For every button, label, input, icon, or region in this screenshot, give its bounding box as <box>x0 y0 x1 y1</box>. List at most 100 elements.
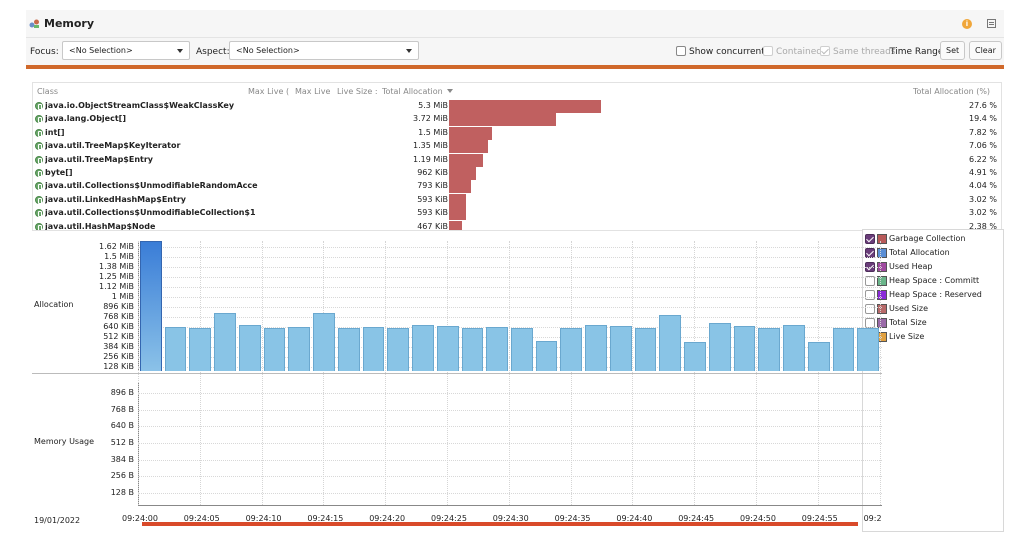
allocation-bar[interactable] <box>807 342 830 371</box>
grid-line <box>138 297 882 298</box>
row-total-allocation: 1.5 MiB <box>418 127 448 137</box>
table-row[interactable]: java.util.Collections$UnmodifiableCollec… <box>33 207 1001 221</box>
allocation-table: Class Max Live ( Max Live Live Size : To… <box>32 82 1002 231</box>
col-total-allocation[interactable]: Total Allocation <box>382 87 453 96</box>
allocation-bar[interactable] <box>362 326 385 371</box>
col-class[interactable]: Class <box>37 87 58 96</box>
allocation-bar[interactable] <box>412 325 434 371</box>
allocation-bar[interactable] <box>214 312 236 371</box>
class-icon <box>35 102 43 110</box>
grid-line <box>817 241 819 505</box>
table-row[interactable]: int[] 1.5 MiB 7.82 % <box>33 126 1001 140</box>
allocation-bar[interactable] <box>511 328 533 371</box>
class-icon <box>35 142 43 151</box>
allocation-bar[interactable] <box>337 328 360 371</box>
allocation-bar[interactable] <box>313 312 335 371</box>
view-menu-icon[interactable] <box>987 19 996 28</box>
col-max-live-count[interactable]: Max Live ( <box>248 87 289 96</box>
table-row[interactable]: java.util.LinkedHashMap$Entry 593 KiB 3.02… <box>33 193 1001 207</box>
y-tick-label: 1 MiB <box>111 292 134 301</box>
row-total-allocation: 1.19 MiB <box>413 154 448 164</box>
allocation-bar[interactable] <box>733 326 756 371</box>
legend-item[interactable]: Heap Space : Committ <box>865 275 1003 288</box>
grid-line <box>138 476 882 478</box>
allocation-bar[interactable] <box>288 326 311 371</box>
allocation-bar[interactable] <box>486 326 508 371</box>
allocation-bar[interactable] <box>783 324 805 371</box>
legend-label: Heap Space : Reserved <box>889 290 982 299</box>
chevron-down-icon <box>177 49 183 53</box>
table-row[interactable]: byte[] 962 KiB 4.91 % <box>33 167 1001 180</box>
col-max-live-size[interactable]: Max Live <box>295 87 330 96</box>
legend-label: Total Allocation <box>889 248 950 257</box>
grid-line <box>879 241 881 505</box>
class-icon <box>35 209 43 218</box>
allocation-bar[interactable] <box>758 328 781 371</box>
row-class-name: int[] <box>45 127 65 137</box>
legend-item[interactable]: Garbage Collection <box>865 233 1003 246</box>
time-range-bar[interactable] <box>142 522 858 526</box>
table-row[interactable]: java.io.ObjectStreamClass$WeakClassKey 5.… <box>33 100 1001 113</box>
col-live-size[interactable]: Live Size : <box>337 87 378 96</box>
y-tick-label: 512 KiB <box>103 332 134 341</box>
y-tick-label: 512 B <box>110 438 134 447</box>
memory-icon <box>29 19 39 28</box>
legend-item[interactable]: Total Size <box>865 317 1003 330</box>
grid-line <box>138 307 882 308</box>
row-allocation-bar <box>449 220 463 230</box>
allocation-bar[interactable] <box>609 326 632 371</box>
allocation-bar[interactable] <box>436 326 459 371</box>
row-class-name: java.io.ObjectStreamClass$WeakClassKey <box>45 101 235 110</box>
legend-item[interactable]: Used Size <box>865 303 1003 316</box>
table-row[interactable]: java.util.TreeMap$Entry 1.19 MiB 6.22 % <box>33 153 1001 167</box>
allocation-bar[interactable] <box>263 328 286 371</box>
grid-line <box>138 317 882 318</box>
allocation-bar[interactable] <box>708 323 731 371</box>
focus-label: Focus: <box>30 47 59 57</box>
allocation-bar[interactable] <box>634 328 657 371</box>
table-row[interactable]: java.util.TreeMap$KeyIterator 1.35 MiB 7.0… <box>33 140 1001 154</box>
table-row[interactable]: java.util.Collections$UnmodifiableRandom… <box>33 180 1001 194</box>
y-tick-label: 896 KiB <box>103 302 134 311</box>
grid-line <box>138 257 882 258</box>
info-icon[interactable]: i <box>962 19 972 29</box>
allocation-bar[interactable] <box>857 328 879 371</box>
allocation-bar[interactable] <box>387 328 410 371</box>
allocation-bar[interactable] <box>164 326 187 371</box>
legend-item[interactable]: Total Allocation <box>865 247 1003 260</box>
aspect-dropdown[interactable]: <No Selection> <box>229 41 419 60</box>
table-row[interactable]: java.util.HashMap$Node 467 KiB 2.38 % <box>33 220 1001 230</box>
class-icon <box>35 195 43 204</box>
allocation-bar[interactable] <box>535 340 558 371</box>
allocation-bar[interactable] <box>585 324 607 371</box>
table-row[interactable]: java.lang.Object[] 3.72 MiB 19.4 % <box>33 113 1001 127</box>
col-total-allocation-pct[interactable]: Total Allocation (%) <box>913 87 990 96</box>
grid-line <box>138 247 882 248</box>
show-concurrent-checkbox[interactable] <box>676 46 686 56</box>
grid-line <box>199 241 201 505</box>
allocation-bar[interactable] <box>238 324 261 371</box>
focus-dropdown[interactable]: <No Selection> <box>62 41 190 60</box>
allocation-bar[interactable] <box>189 328 212 371</box>
grid-line <box>261 241 263 505</box>
grid-line <box>570 241 572 505</box>
grid-line <box>138 493 882 494</box>
allocation-bar[interactable] <box>832 328 855 371</box>
allocation-bar[interactable] <box>684 342 706 371</box>
allocation-bar[interactable] <box>461 328 484 371</box>
same-threads-checkbox[interactable] <box>820 46 830 56</box>
legend-item[interactable]: Live Size <box>865 331 1003 344</box>
set-button[interactable]: Set <box>940 41 966 60</box>
row-total-allocation-pct: 3.02 % <box>969 194 997 204</box>
legend-item[interactable]: Heap Space : Reserved <box>865 289 1003 302</box>
allocation-bar[interactable] <box>140 241 162 371</box>
panel-header: Memory i <box>26 10 1004 38</box>
legend-item[interactable]: Used Heap <box>865 261 1003 274</box>
contained-checkbox[interactable] <box>763 46 773 56</box>
allocation-bar[interactable] <box>659 315 682 371</box>
clear-button[interactable]: Clear <box>969 41 1002 60</box>
y-tick-label: 768 B <box>110 404 134 414</box>
allocation-bar[interactable] <box>560 328 583 371</box>
row-total-allocation-pct: 6.22 % <box>969 154 997 164</box>
grid-line <box>138 443 882 444</box>
